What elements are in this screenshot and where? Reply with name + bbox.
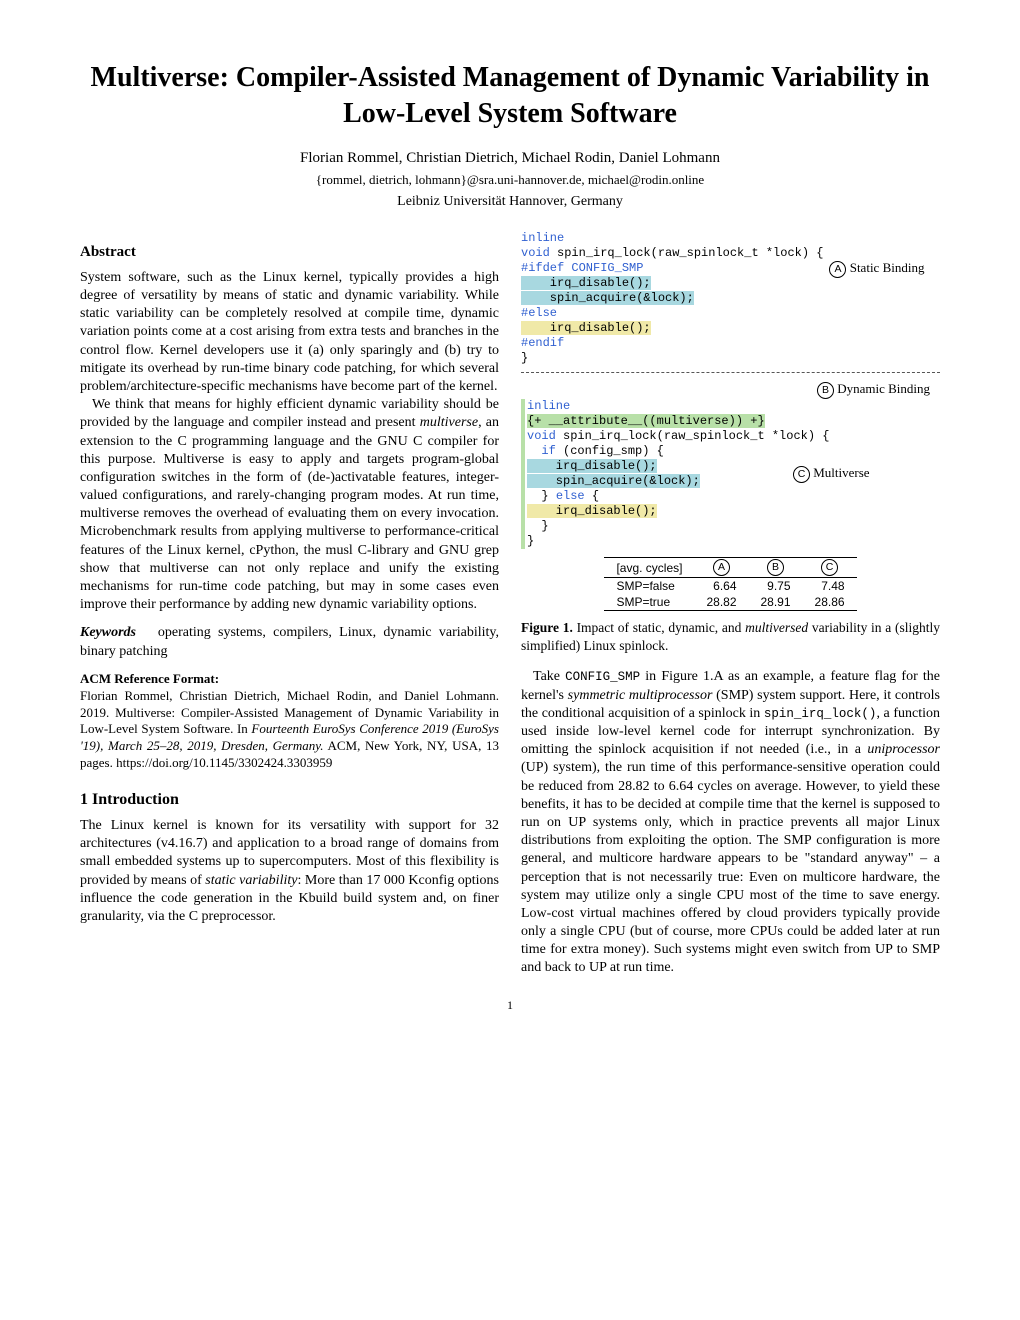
code-highlight-blue: irq_disable(); [527,459,657,473]
code-highlight-blue: spin_acquire(&lock); [527,474,700,488]
page-number: 1 [80,998,940,1014]
inline-code: spin_irq_lock() [764,707,877,721]
right-column: inline void spin_irq_lock(raw_spinlock_t… [521,231,940,977]
circle-c-icon: C [793,466,810,483]
label-c-text: Multiverse [813,465,869,480]
table-cell: SMP=true [604,594,694,611]
table-row: SMP=true 28.82 28.91 28.86 [604,594,856,611]
table-cell: SMP=false [604,578,694,595]
code-preproc: #ifdef CONFIG_SMP [521,261,643,275]
code-highlight-blue: spin_acquire(&lock); [521,291,694,305]
label-b-text: Dynamic Binding [837,381,930,396]
benchmark-table: [avg. cycles] A B C SMP=false 6.64 9.75 … [604,557,856,611]
introduction-heading: 1 Introduction [80,790,499,811]
code-highlight-green: {+ __attribute__((multiverse)) +} [527,414,765,428]
abstract-paragraph-1: System software, such as the Linux kerne… [80,269,499,396]
circle-a-icon: A [829,261,846,278]
column-2-paragraph-1: Take CONFIG_SMP in Figure 1.A as an exam… [521,668,940,977]
circle-b-icon: B [817,382,834,399]
label-dynamic-binding: B Dynamic Binding [521,381,940,399]
code-highlight-yellow: irq_disable(); [527,504,657,518]
circle-b-icon: B [767,559,784,576]
left-column: Abstract System software, such as the Li… [80,231,499,977]
table-cell: 28.86 [803,594,857,611]
keywords-text: operating systems, compilers, Linux, dyn… [80,625,499,658]
paper-title: Multiverse: Compiler-Assisted Management… [80,60,940,133]
abstract-heading: Abstract [80,243,499,263]
table-cell: 9.75 [749,578,803,595]
figure-divider [521,372,940,373]
label-multiverse: C Multiverse [787,465,940,483]
code-line: } [527,534,940,549]
abstract-paragraph-2: We think that means for highly efficient… [80,396,499,614]
code-line: } [527,519,940,534]
code-preproc: #else [521,306,557,320]
code-keyword: inline [527,399,570,413]
code-line: } [521,351,940,366]
code-preproc: #endif [521,336,564,350]
figure-1-caption: Figure 1. Impact of static, dynamic, and… [521,619,940,654]
keywords-label: Keywords [80,625,136,640]
keywords-block: Keywords operating systems, compilers, L… [80,624,499,660]
inline-code: CONFIG_SMP [565,670,640,684]
figure-caption-label: Figure 1. [521,620,573,635]
table-cell: 28.91 [749,594,803,611]
figure-1: inline void spin_irq_lock(raw_spinlock_t… [521,231,940,611]
paper-emails: {rommel, dietrich, lohmann}@sra.uni-hann… [80,172,940,189]
table-cell: 28.82 [694,594,748,611]
two-column-layout: Abstract System software, such as the Li… [80,231,940,977]
table-row: SMP=false 6.64 9.75 7.48 [604,578,856,595]
paper-authors: Florian Rommel, Christian Dietrich, Mich… [80,149,940,169]
code-keyword: inline [521,231,564,245]
ref-format-heading: ACM Reference Format: [80,671,499,688]
table-cell: 7.48 [803,578,857,595]
introduction-paragraph-1: The Linux kernel is known for its versat… [80,817,499,926]
table-header-avg: [avg. cycles] [604,558,694,578]
label-a-text: Static Binding [850,260,925,275]
circle-c-icon: C [821,559,838,576]
table-header-row: [avg. cycles] A B C [604,558,856,578]
code-highlight-blue: irq_disable(); [521,276,651,290]
ref-format-text: Florian Rommel, Christian Dietrich, Mich… [80,688,499,772]
text-span: Take [533,669,565,684]
bracket-icon [521,399,525,549]
code-highlight-yellow: irq_disable(); [521,321,651,335]
circle-a-icon: A [713,559,730,576]
paper-affiliation: Leibniz Universität Hannover, Germany [80,193,940,211]
table-cell: 6.64 [694,578,748,595]
label-static-binding: A Static Binding [823,260,940,278]
